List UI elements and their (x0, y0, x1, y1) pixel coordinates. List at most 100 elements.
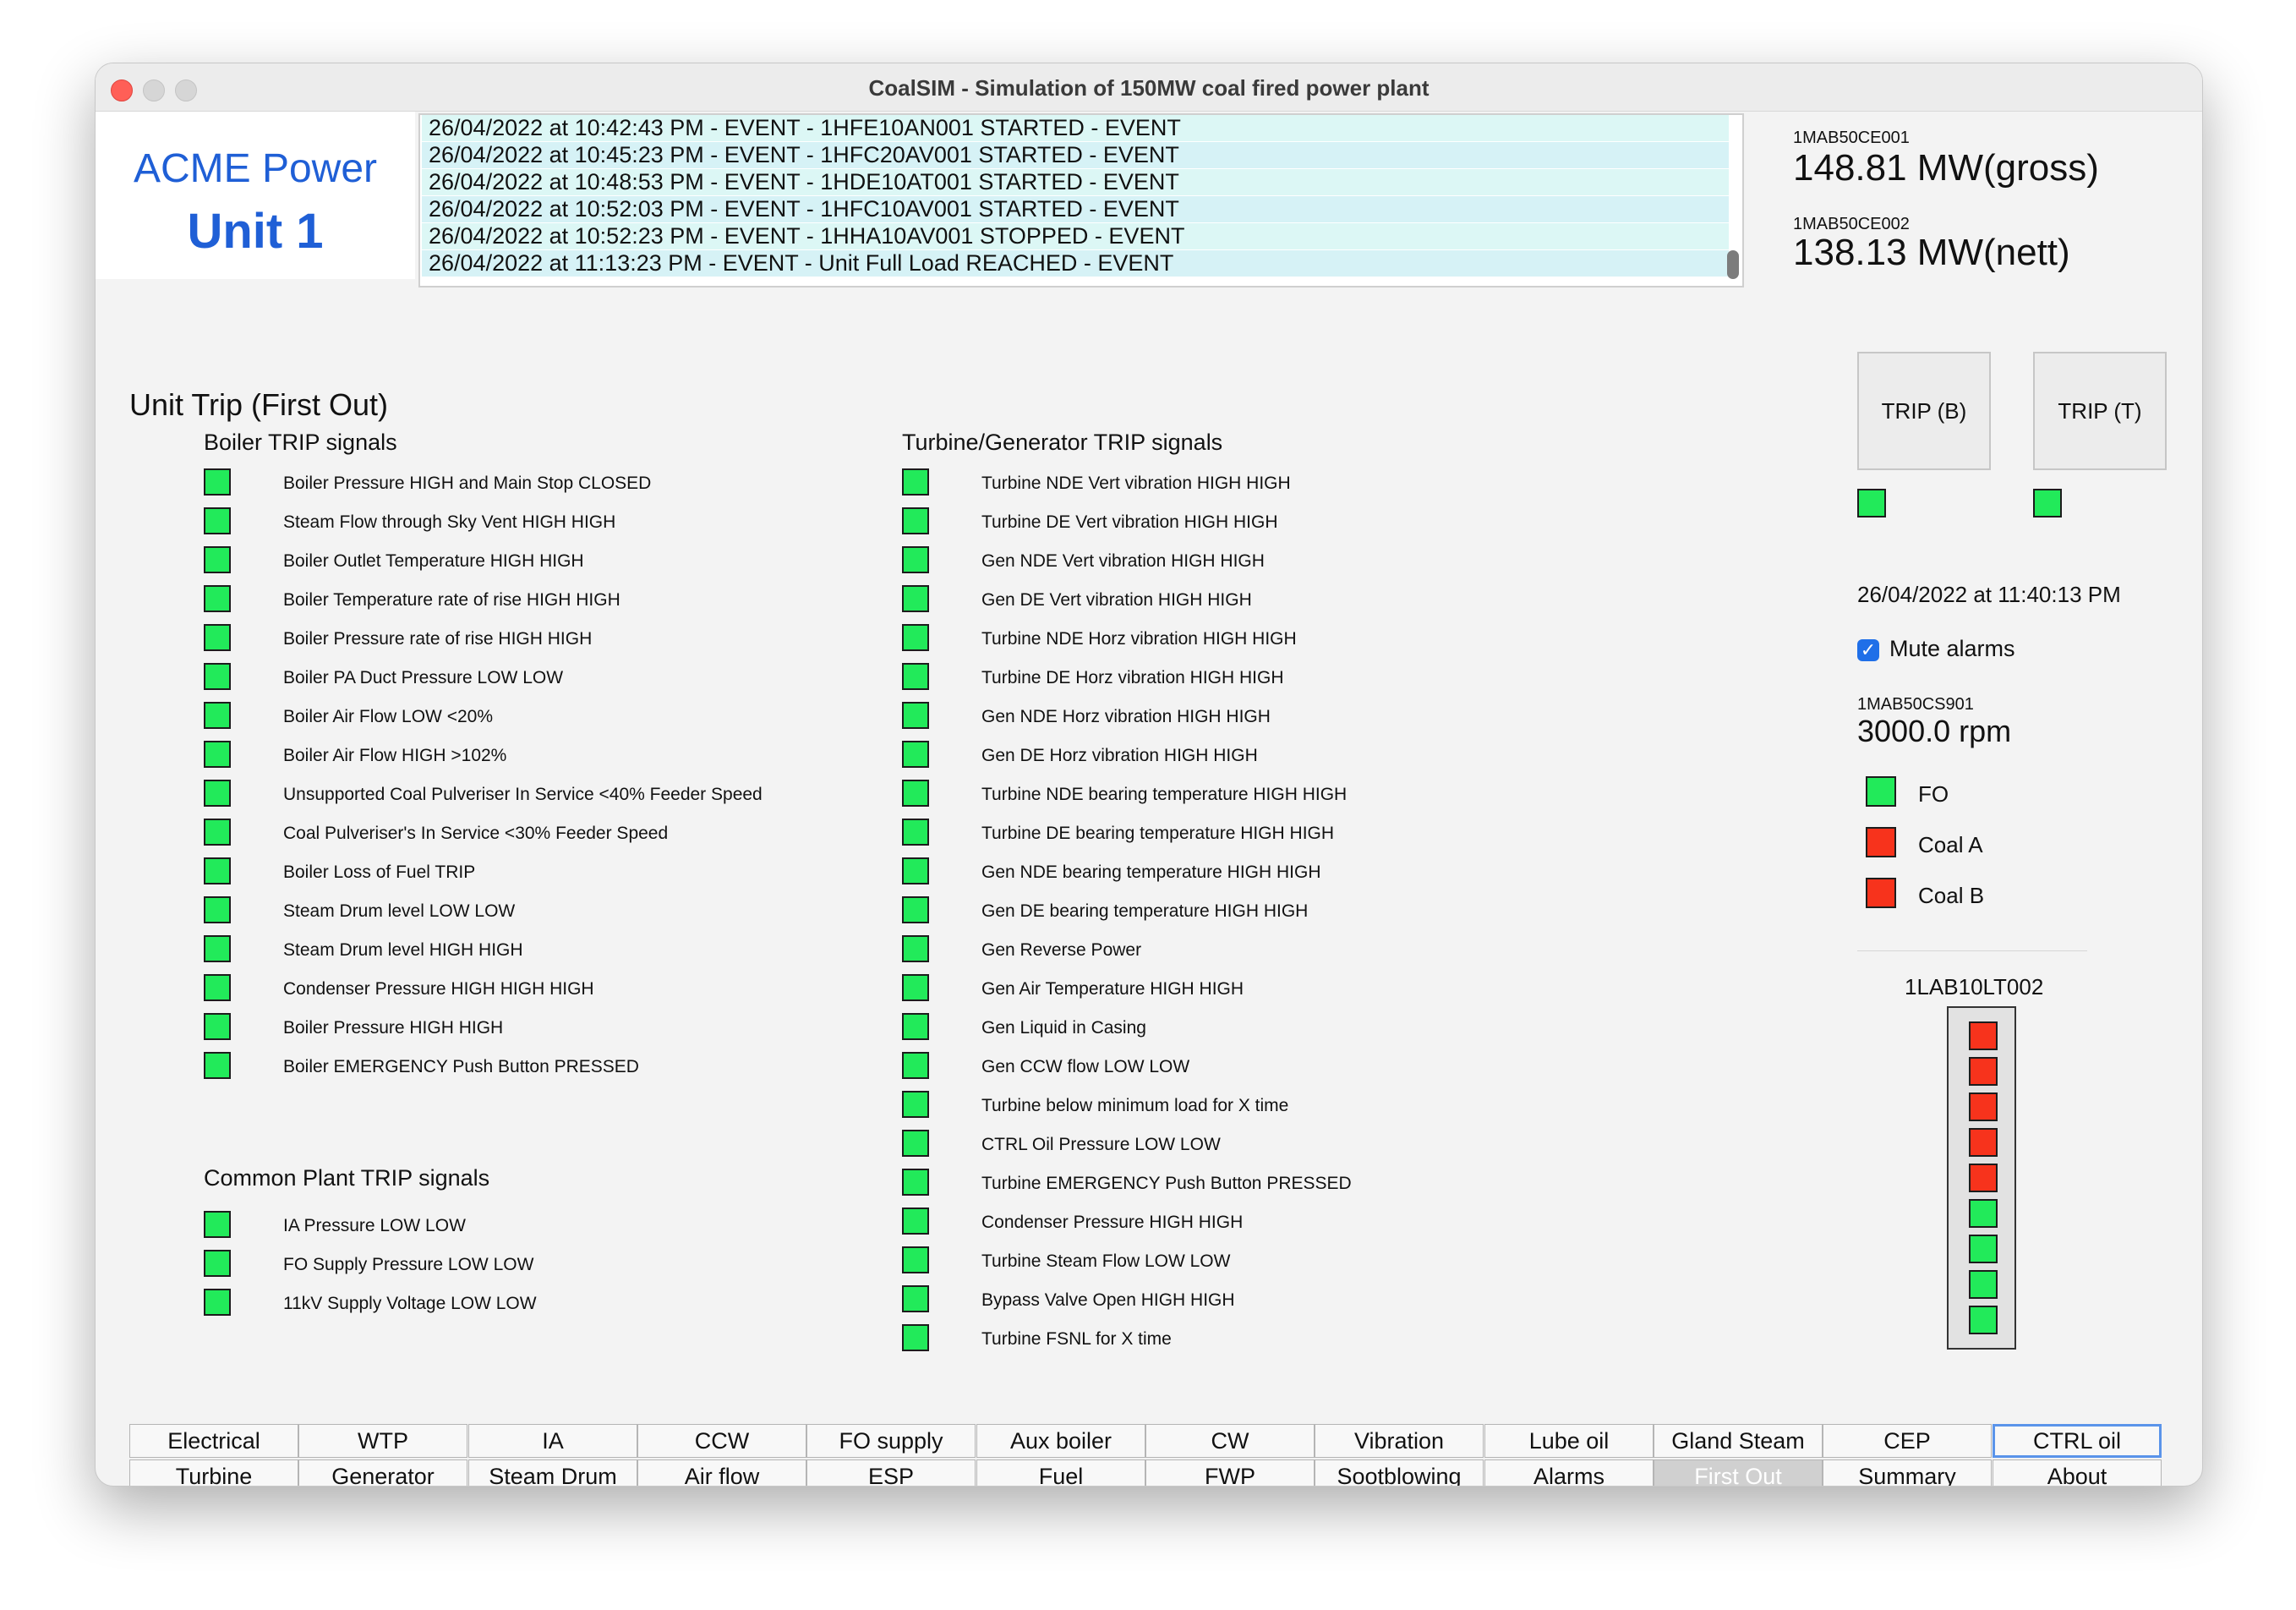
tab-gland-steam[interactable]: Gland Steam (1654, 1424, 1823, 1458)
trip-signal-label: Coal Pulveriser's In Service <30% Feeder… (283, 824, 669, 843)
status-indicator (902, 1130, 929, 1157)
gross-output-value: 148.81 MW(gross) (1793, 147, 2099, 189)
tab-esp[interactable]: ESP (806, 1459, 976, 1486)
trip-turbine-indicator (2033, 489, 2062, 518)
level-cell (1969, 1021, 1998, 1050)
tab-cep[interactable]: CEP (1823, 1424, 1992, 1458)
tab-alarms[interactable]: Alarms (1484, 1459, 1654, 1486)
status-indicator (204, 896, 231, 923)
status-indicator (902, 663, 929, 690)
trip-signal-label: Boiler Pressure rate of rise HIGH HIGH (283, 629, 593, 649)
level-cell (1969, 1057, 1998, 1086)
trip-signal-label: Unsupported Coal Pulveriser In Service <… (283, 785, 763, 804)
event-log-row: 26/04/2022 at 10:52:23 PM - EVENT - 1HHA… (422, 223, 1729, 249)
window-title: CoalSIM - Simulation of 150MW coal fired… (868, 75, 1430, 101)
event-log-row: 26/04/2022 at 10:48:53 PM - EVENT - 1HDE… (422, 169, 1729, 195)
tab-summary[interactable]: Summary (1823, 1459, 1992, 1486)
tab-ia[interactable]: IA (468, 1424, 637, 1458)
trip-signal-label: Gen DE Horz vibration HIGH HIGH (981, 746, 1258, 765)
status-indicator (902, 780, 929, 807)
tab-cw[interactable]: CW (1145, 1424, 1315, 1458)
trip-signal-label: Turbine Steam Flow LOW LOW (981, 1251, 1231, 1271)
tab-ccw[interactable]: CCW (637, 1424, 806, 1458)
unit-name: Unit 1 (187, 204, 324, 259)
status-indicator (902, 935, 929, 962)
status-indicator (902, 1169, 929, 1196)
status-indicator (902, 1246, 929, 1273)
trip-signal-label: Condenser Pressure HIGH HIGH (981, 1213, 1244, 1232)
status-indicator (902, 1013, 929, 1040)
mute-alarms-checkbox[interactable]: ✓ Mute alarms (1857, 636, 2015, 662)
status-indicator (902, 1324, 929, 1351)
trip-boiler-button[interactable]: TRIP (B) (1857, 352, 1991, 470)
boiler-trip-heading: Boiler TRIP signals (204, 430, 397, 455)
title-bar: CoalSIM - Simulation of 150MW coal fired… (96, 63, 2202, 112)
trip-signal-label: Steam Drum level HIGH HIGH (283, 940, 523, 960)
status-indicator (204, 624, 231, 651)
event-log[interactable]: 26/04/2022 at 10:42:43 PM - EVENT - 1HFE… (418, 113, 1744, 288)
status-indicator (902, 1052, 929, 1079)
status-indicator (902, 741, 929, 768)
level-cell (1969, 1092, 1998, 1121)
trip-signal-label: Bypass Valve Open HIGH HIGH (981, 1290, 1235, 1310)
status-indicator (204, 1052, 231, 1079)
event-log-row: 26/04/2022 at 10:52:03 PM - EVENT - 1HFC… (422, 196, 1729, 222)
trip-signal-label: Gen NDE Vert vibration HIGH HIGH (981, 551, 1265, 571)
status-indicator (204, 507, 231, 534)
status-indicator (204, 546, 231, 573)
tab-wtp[interactable]: WTP (298, 1424, 467, 1458)
tab-electrical[interactable]: Electrical (129, 1424, 298, 1458)
trip-signal-label: Gen Reverse Power (981, 940, 1142, 960)
trip-signal-label: Boiler Pressure HIGH HIGH (283, 1018, 504, 1038)
main-content: ACME Power Unit 1 26/04/2022 at 10:42:43… (96, 112, 2202, 1486)
checkmark-icon[interactable]: ✓ (1857, 638, 1879, 661)
status-indicator (204, 1211, 231, 1238)
tab-about[interactable]: About (1993, 1459, 2162, 1486)
speed-value: 3000.0 rpm (1857, 714, 2012, 748)
tab-lube-oil[interactable]: Lube oil (1484, 1424, 1654, 1458)
tab-turbine[interactable]: Turbine (129, 1459, 298, 1486)
trip-signal-label: Turbine NDE Vert vibration HIGH HIGH (981, 474, 1291, 493)
company-name: ACME Power (133, 146, 378, 191)
tab-generator[interactable]: Generator (298, 1459, 467, 1486)
current-datetime: 26/04/2022 at 11:40:13 PM (1857, 582, 2121, 607)
trip-signal-label: Turbine DE bearing temperature HIGH HIGH (981, 824, 1335, 843)
status-indicator (902, 624, 929, 651)
event-log-scrollbar[interactable] (1727, 250, 1739, 279)
trip-signal-label: Boiler Pressure HIGH and Main Stop CLOSE… (283, 474, 652, 493)
status-indicator (204, 974, 231, 1001)
status-indicator (902, 1285, 929, 1312)
tab-fwp[interactable]: FWP (1145, 1459, 1315, 1486)
status-indicator (204, 741, 231, 768)
trip-turbine-button[interactable]: TRIP (T) (2033, 352, 2167, 470)
tab-ctrl-oil[interactable]: CTRL oil (1993, 1424, 2162, 1458)
tab-fuel[interactable]: Fuel (976, 1459, 1145, 1486)
app-window: CoalSIM - Simulation of 150MW coal fired… (95, 63, 2203, 1487)
trip-signal-label: Turbine DE Vert vibration HIGH HIGH (981, 512, 1278, 532)
level-tag: 1LAB10LT002 (1905, 974, 2044, 999)
fuel-indicator-label: Coal A (1918, 832, 1983, 857)
trip-signal-label: Gen CCW flow LOW LOW (981, 1057, 1190, 1076)
status-indicator (902, 857, 929, 884)
status-indicator (902, 702, 929, 729)
tab-steam-drum[interactable]: Steam Drum (468, 1459, 637, 1486)
tab-fo-supply[interactable]: FO supply (806, 1424, 976, 1458)
tab-sootblowing[interactable]: Sootblowing (1315, 1459, 1484, 1486)
status-indicator (204, 585, 231, 612)
drum-level-gauge (1947, 1006, 2016, 1350)
status-indicator (204, 663, 231, 690)
tab-vibration[interactable]: Vibration (1315, 1424, 1484, 1458)
trip-signal-label: Boiler Loss of Fuel TRIP (283, 862, 476, 882)
trip-signal-label: Turbine NDE Horz vibration HIGH HIGH (981, 629, 1297, 649)
status-indicator (902, 819, 929, 846)
trip-signal-label: Steam Drum level LOW LOW (283, 901, 516, 921)
tab-air-flow[interactable]: Air flow (637, 1459, 806, 1486)
trip-signal-label: Gen Liquid in Casing (981, 1018, 1146, 1038)
status-indicator (902, 546, 929, 573)
trip-signal-label: Boiler Temperature rate of rise HIGH HIG… (283, 590, 620, 610)
level-cell (1969, 1270, 1998, 1299)
tab-first-out[interactable]: First Out (1654, 1459, 1823, 1486)
status-indicator (204, 468, 231, 496)
tab-aux-boiler[interactable]: Aux boiler (976, 1424, 1145, 1458)
status-indicator (902, 1208, 929, 1235)
